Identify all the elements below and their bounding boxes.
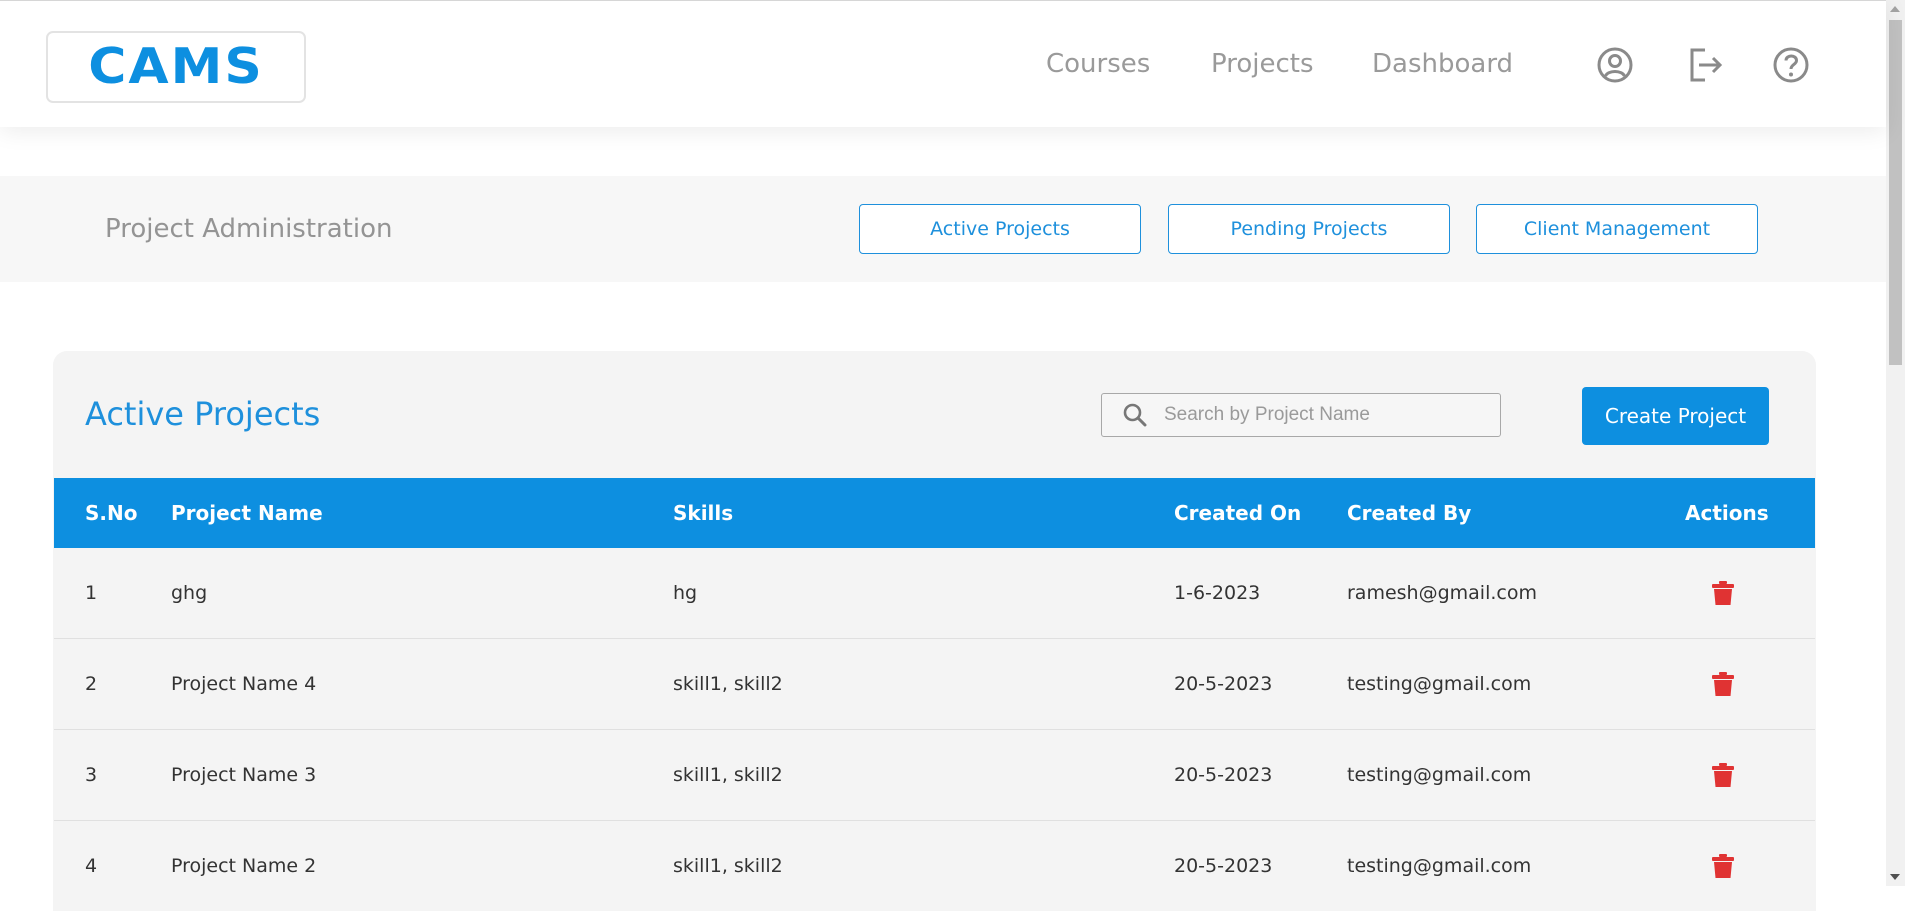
nav-dashboard-link[interactable]: Dashboard — [1372, 49, 1513, 79]
trash-icon[interactable] — [1712, 672, 1734, 696]
scroll-down-arrow[interactable] — [1890, 874, 1900, 880]
cell-sno: 4 — [85, 855, 98, 877]
cams-logo[interactable]: CAMS — [46, 31, 306, 103]
cell-created-by: testing@gmail.com — [1347, 855, 1532, 877]
nav-courses-link[interactable]: Courses — [1046, 49, 1150, 79]
tab-client-management[interactable]: Client Management — [1476, 204, 1758, 254]
table-row: 4 Project Name 2 skill1, skill2 20-5-202… — [54, 821, 1815, 911]
table-header: S.No Project Name Skills Created On Crea… — [54, 478, 1815, 548]
search-icon — [1123, 403, 1147, 427]
table-row: 2 Project Name 4 skill1, skill2 20-5-202… — [54, 639, 1815, 730]
create-project-button[interactable]: Create Project — [1582, 387, 1769, 445]
trash-icon[interactable] — [1712, 581, 1734, 605]
cell-created-on: 1-6-2023 — [1174, 582, 1261, 604]
page-title: Project Administration — [105, 214, 393, 244]
nav-projects-link[interactable]: Projects — [1211, 49, 1314, 79]
cell-sno: 1 — [85, 582, 98, 604]
col-skills: Skills — [673, 501, 734, 525]
search-input[interactable] — [1162, 403, 1496, 427]
page-scrollbar[interactable] — [1886, 0, 1905, 886]
scroll-thumb[interactable] — [1889, 20, 1902, 365]
cell-skills: hg — [673, 582, 698, 604]
cell-project-name: ghg — [171, 582, 208, 604]
active-projects-panel: Active Projects Create Project S.No Proj… — [53, 351, 1816, 911]
cell-created-by: testing@gmail.com — [1347, 764, 1532, 786]
user-circle-icon[interactable] — [1596, 46, 1634, 84]
projects-table: S.No Project Name Skills Created On Crea… — [54, 478, 1815, 911]
col-actions: Actions — [1685, 501, 1769, 525]
cams-logo-mark: CAMS — [88, 41, 264, 93]
cell-skills: skill1, skill2 — [673, 673, 783, 695]
trash-icon[interactable] — [1712, 763, 1734, 787]
tab-pending-projects[interactable]: Pending Projects — [1168, 204, 1450, 254]
cell-skills: skill1, skill2 — [673, 855, 783, 877]
cell-created-on: 20-5-2023 — [1174, 673, 1273, 695]
tab-active-projects[interactable]: Active Projects — [859, 204, 1141, 254]
cell-project-name: Project Name 3 — [171, 764, 317, 786]
admin-subheader: Project Administration Active Projects P… — [0, 176, 1886, 282]
cell-skills: skill1, skill2 — [673, 764, 783, 786]
top-navbar: CAMS Courses Projects Dashboard — [0, 0, 1886, 127]
cell-project-name: Project Name 2 — [171, 855, 317, 877]
cell-created-on: 20-5-2023 — [1174, 855, 1273, 877]
help-icon[interactable] — [1772, 46, 1810, 84]
trash-icon[interactable] — [1712, 854, 1734, 878]
table-row: 3 Project Name 3 skill1, skill2 20-5-202… — [54, 730, 1815, 821]
col-project-name: Project Name — [171, 501, 323, 525]
cell-created-by: ramesh@gmail.com — [1347, 582, 1537, 604]
cell-created-by: testing@gmail.com — [1347, 673, 1532, 695]
table-row: 1 ghg hg 1-6-2023 ramesh@gmail.com — [54, 548, 1815, 639]
svg-text:CAMS: CAMS — [88, 41, 264, 93]
cell-sno: 3 — [85, 764, 98, 786]
scroll-up-arrow[interactable] — [1890, 6, 1900, 12]
search-box[interactable] — [1101, 393, 1501, 437]
cell-created-on: 20-5-2023 — [1174, 764, 1273, 786]
cell-sno: 2 — [85, 673, 98, 695]
panel-title: Active Projects — [85, 395, 321, 433]
logout-icon[interactable] — [1687, 46, 1725, 84]
col-sno: S.No — [85, 501, 138, 525]
col-created-by: Created By — [1347, 501, 1472, 525]
col-created-on: Created On — [1174, 501, 1302, 525]
cell-project-name: Project Name 4 — [171, 673, 317, 695]
